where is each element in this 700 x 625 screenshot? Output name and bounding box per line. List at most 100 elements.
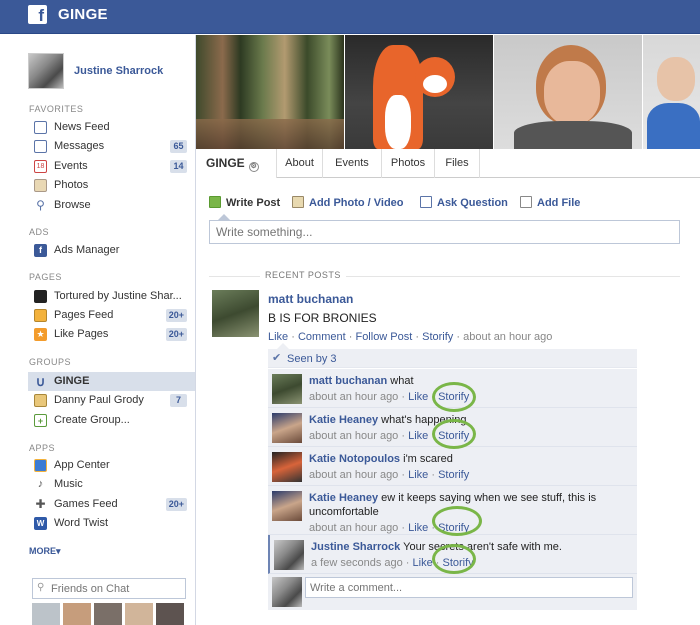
write-post-button[interactable]: Write Post: [209, 196, 289, 210]
chat-search-input[interactable]: [51, 581, 181, 596]
avatar[interactable]: [272, 374, 302, 404]
gear-icon[interactable]: ⚙: [248, 162, 259, 172]
follow-post-link[interactable]: Follow Post: [355, 331, 412, 343]
comment-timestamp: about an hour ago: [309, 522, 399, 534]
tab-photos[interactable]: Photos: [382, 149, 435, 178]
count-badge: 20+: [165, 498, 187, 511]
avatar[interactable]: [28, 53, 64, 89]
comment-timestamp: about an hour ago: [309, 430, 399, 442]
chat-search-field[interactable]: ⚲: [32, 578, 186, 599]
messages-icon: [34, 140, 47, 153]
sidebar-item-label: Like Pages: [54, 328, 109, 340]
sidebar-item-word-twist[interactable]: W Word Twist: [28, 514, 195, 533]
sidebar-item-music[interactable]: ♪ Music: [28, 475, 195, 494]
cover-photo-friend[interactable]: [643, 35, 700, 149]
avatar[interactable]: [94, 603, 122, 625]
recent-posts-heading: RECENT POSTS: [260, 270, 346, 280]
comment-author[interactable]: Justine Sharrock: [311, 541, 400, 553]
add-file-label: Add File: [537, 197, 581, 209]
add-photo-label: Add Photo / Video: [309, 197, 404, 209]
tab-files[interactable]: Files: [435, 149, 480, 178]
count-badge: 20+: [165, 328, 187, 341]
sidebar-item-messages[interactable]: Messages 65: [28, 137, 195, 156]
comment-body: Katie Notopoulos i'm scared about an hou…: [309, 452, 629, 482]
sidebar-item-browse[interactable]: ⚲ Browse: [28, 196, 195, 215]
sidebar-item-games-feed[interactable]: ✚ Games Feed 20+: [28, 495, 195, 514]
avatar[interactable]: [272, 491, 302, 521]
comment-like-link[interactable]: Like: [408, 391, 428, 403]
cover-photo-fox-costume[interactable]: [345, 35, 493, 149]
comment-like-link[interactable]: Like: [413, 557, 433, 569]
sidebar-item-ginge[interactable]: ∪ GINGE: [28, 372, 195, 391]
comment-like-link[interactable]: Like: [408, 430, 428, 442]
post-timestamp: about an hour ago: [463, 331, 553, 343]
sidebar-item-like-pages[interactable]: ★ Like Pages 20+: [28, 325, 195, 344]
sidebar-item-label: App Center: [54, 459, 110, 471]
comment-author[interactable]: Katie Heaney: [309, 414, 378, 426]
comment-text: Your secrets aren't safe with me.: [403, 541, 562, 553]
top-bar: f GINGE: [0, 0, 700, 34]
storify-link[interactable]: Storify: [422, 331, 453, 343]
sidebar-item-danny-paul-grody[interactable]: Danny Paul Grody 7: [28, 391, 195, 410]
photos-icon: [34, 179, 47, 192]
search-icon: ⚲: [36, 198, 45, 212]
cover-photo-portrait[interactable]: [494, 35, 642, 149]
section-heading-favorites: FAVORITES: [29, 104, 84, 114]
tab-group-home[interactable]: GINGE ⚙: [196, 149, 277, 178]
avatar[interactable]: [272, 452, 302, 482]
camera-icon: [292, 196, 304, 208]
sidebar-item-pages-feed[interactable]: Pages Feed 20+: [28, 306, 195, 325]
tab-about[interactable]: About: [277, 149, 323, 178]
comment-timestamp: about an hour ago: [309, 391, 399, 403]
sidebar-item-app-center[interactable]: App Center: [28, 456, 195, 475]
comment-timestamp: about an hour ago: [309, 469, 399, 481]
sidebar-item-label: Pages Feed: [54, 309, 114, 321]
sidebar-item-photos[interactable]: Photos: [28, 176, 195, 195]
sidebar-item-news-feed[interactable]: News Feed: [28, 118, 195, 137]
group-tabs: GINGE ⚙ About Events Photos Files: [196, 149, 700, 178]
comment-storify-link[interactable]: Storify: [438, 469, 469, 481]
add-file-button[interactable]: Add File: [520, 196, 590, 210]
like-pages-icon: ★: [34, 328, 47, 341]
seen-by-bar[interactable]: ✔ Seen by 3: [268, 349, 637, 368]
comment-link[interactable]: Comment: [298, 331, 346, 343]
ask-question-button[interactable]: Ask Question: [420, 196, 510, 210]
comment-author[interactable]: Katie Heaney: [309, 492, 378, 504]
comment-like-link[interactable]: Like: [408, 469, 428, 481]
avatar[interactable]: [156, 603, 184, 625]
comment-author[interactable]: matt buchanan: [309, 375, 387, 387]
write-something-field[interactable]: [209, 220, 680, 244]
sidebar-item-ads-manager[interactable]: f Ads Manager: [28, 241, 195, 260]
separator-dot: ·: [291, 331, 298, 343]
create-group-icon: +: [34, 414, 47, 427]
tab-events[interactable]: Events: [323, 149, 382, 178]
more-link[interactable]: MORE▾: [29, 546, 61, 557]
post-author[interactable]: matt buchanan: [268, 292, 353, 306]
avatar[interactable]: [125, 603, 153, 625]
profile-name[interactable]: Justine Sharrock: [74, 65, 163, 77]
facebook-logo-icon[interactable]: f: [28, 5, 47, 24]
comment-like-link[interactable]: Like: [408, 522, 428, 534]
sidebar-item-create-group[interactable]: + Create Group...: [28, 411, 195, 430]
write-comment-input[interactable]: [305, 577, 633, 598]
write-post-label: Write Post: [226, 197, 281, 209]
add-photo-video-button[interactable]: Add Photo / Video: [292, 196, 412, 210]
like-link[interactable]: Like: [268, 331, 288, 343]
group-icon: ∪: [35, 374, 46, 389]
sidebar-item-label: Events: [54, 160, 88, 172]
comment-author[interactable]: Katie Notopoulos: [309, 453, 400, 465]
cover-photo-forest[interactable]: [196, 35, 344, 149]
avatar[interactable]: [63, 603, 91, 625]
avatar[interactable]: [274, 540, 304, 570]
comment-timestamp: a few seconds ago: [311, 557, 403, 569]
word-twist-icon: W: [34, 517, 47, 530]
sidebar-item-events[interactable]: 18 Events 14: [28, 157, 195, 176]
avatar[interactable]: [272, 413, 302, 443]
write-something-input[interactable]: [210, 221, 679, 243]
pages-feed-icon: [34, 309, 47, 322]
sidebar-item-page[interactable]: Tortured by Justine Shar...: [28, 287, 195, 306]
count-badge: 65: [170, 140, 187, 153]
file-icon: [520, 196, 532, 208]
avatar[interactable]: [212, 290, 259, 337]
avatar[interactable]: [32, 603, 60, 625]
